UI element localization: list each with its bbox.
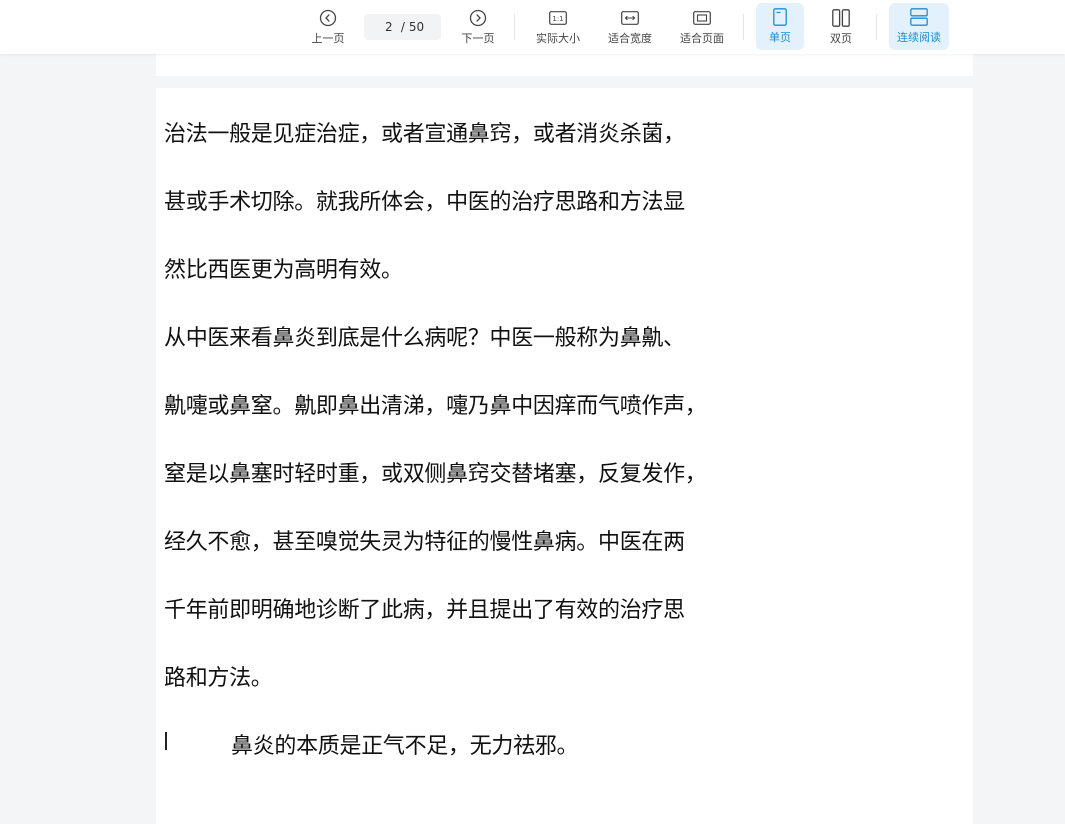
actual-size-label: 实际大小 [536, 31, 580, 45]
single-page-icon [771, 8, 789, 26]
fit-width-button[interactable]: 适合宽度 [602, 0, 658, 54]
fit-page-label: 适合页面 [680, 31, 724, 45]
text-line: 经久不愈，甚至嗅觉失灵为特征的慢性鼻病。中医在两 [164, 530, 685, 555]
viewer-toolbar: 上一页 / 50 下一页 1:1 实际大小 适合宽度 适合页面 单 [0, 0, 1065, 54]
chevron-left-circle-icon [319, 9, 337, 27]
double-page-button[interactable]: 双页 [818, 0, 864, 54]
prev-page-button[interactable]: 上一页 [306, 0, 350, 54]
toolbar-divider [514, 14, 515, 40]
text-line: 甚或手术切除。就我所体会，中医的治疗思路和方法显 [164, 190, 685, 215]
total-pages: 50 [408, 20, 425, 34]
prev-page-label: 上一页 [311, 31, 345, 45]
text-line: 千年前即明确地诊断了此病，并且提出了有效的治疗思 [164, 598, 685, 623]
toolbar-divider [743, 14, 744, 40]
actual-size-icon-text: 1:1 [552, 15, 563, 23]
text-line: 从中医来看鼻炎到底是什么病呢？中医一般称为鼻鼽、 [164, 326, 685, 351]
previous-page-sheet [156, 54, 973, 76]
double-page-label: 双页 [830, 31, 852, 45]
next-page-label: 下一页 [461, 31, 495, 45]
fit-page-icon [693, 9, 711, 27]
text-line: 治法一般是见症治症，或者宣通鼻窍，或者消炎杀菌， [164, 122, 685, 147]
fit-width-icon [621, 9, 639, 27]
current-page-input[interactable] [380, 20, 397, 34]
one-to-one-icon: 1:1 [549, 9, 567, 27]
continuous-scroll-icon [910, 8, 928, 26]
text-line: 鼽嚏或鼻窒。鼽即鼻出清涕，嚏乃鼻中因痒而气喷作声， [164, 394, 707, 419]
single-page-label: 单页 [769, 31, 791, 44]
actual-size-button[interactable]: 1:1 实际大小 [530, 0, 586, 54]
text-line: 路和方法。 [164, 666, 273, 691]
text-line: 窒是以鼻塞时轻时重，或双侧鼻窍交替堵塞，反复发作， [164, 462, 707, 487]
page-separator: / [400, 20, 405, 34]
continuous-reading-label: 连续阅读 [897, 31, 941, 44]
fit-width-label: 适合宽度 [608, 31, 652, 45]
text-line: 鼻炎的本质是正气不足，无力祛邪。 [231, 734, 579, 759]
chevron-right-circle-icon [469, 9, 487, 27]
page-indicator: / 50 [364, 14, 441, 40]
text-line: 然比西医更为高明有效。 [164, 258, 403, 283]
toolbar-divider [876, 14, 877, 40]
fit-page-button[interactable]: 适合页面 [674, 0, 730, 54]
double-page-icon [832, 8, 850, 27]
single-page-button[interactable]: 单页 [756, 3, 804, 50]
continuous-reading-button[interactable]: 连续阅读 [889, 3, 949, 50]
next-page-button[interactable]: 下一页 [456, 0, 500, 54]
list-bullet-mark [165, 732, 167, 750]
